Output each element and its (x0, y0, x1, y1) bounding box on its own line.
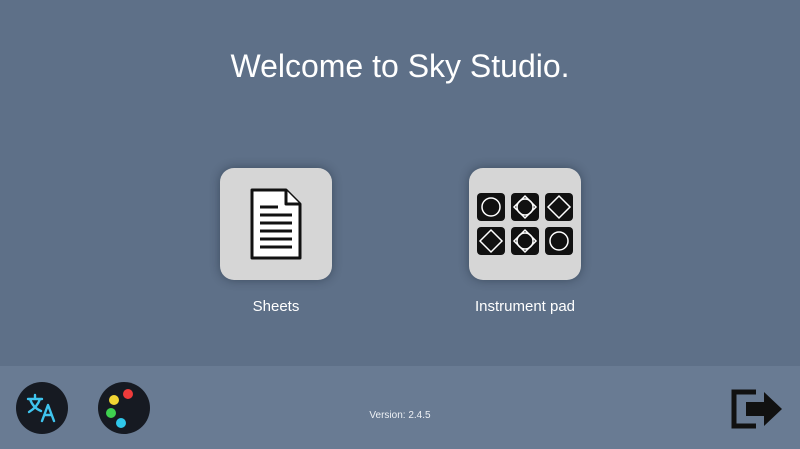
instrument-pad-grid-icon (477, 193, 573, 255)
exit-icon (731, 389, 782, 429)
language-button[interactable] (16, 382, 68, 434)
version-label: Version: 2.4.5 (369, 410, 431, 421)
instrument-pad-button[interactable] (469, 168, 581, 280)
page-title: Welcome to Sky Studio. (230, 48, 570, 84)
exit-button[interactable] (730, 386, 786, 432)
translate-icon (26, 393, 56, 423)
document-icon (250, 188, 302, 260)
instrument-pad-label: Instrument pad (474, 298, 576, 315)
palette-icon (100, 384, 148, 432)
theme-button[interactable] (98, 382, 150, 434)
sheets-button[interactable] (220, 168, 332, 280)
sheets-label: Sheets (252, 298, 300, 315)
footer-bar: Version: 2.4.5 (0, 366, 800, 449)
